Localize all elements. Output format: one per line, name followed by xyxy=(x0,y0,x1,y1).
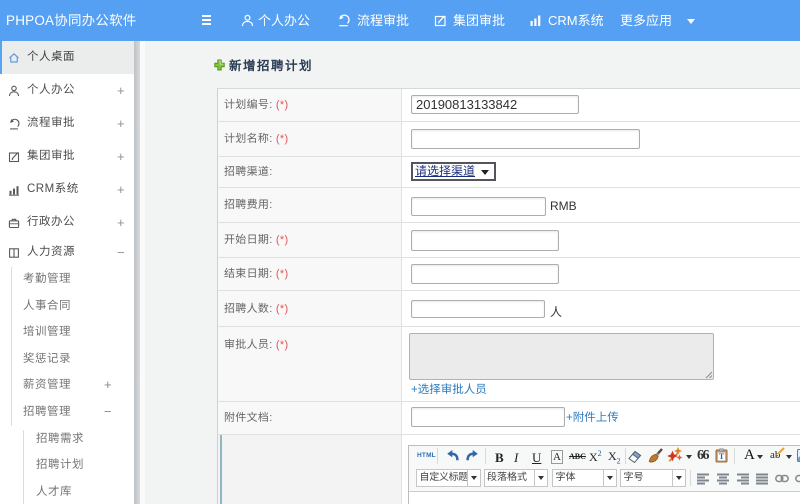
svg-text:T: T xyxy=(719,452,725,461)
